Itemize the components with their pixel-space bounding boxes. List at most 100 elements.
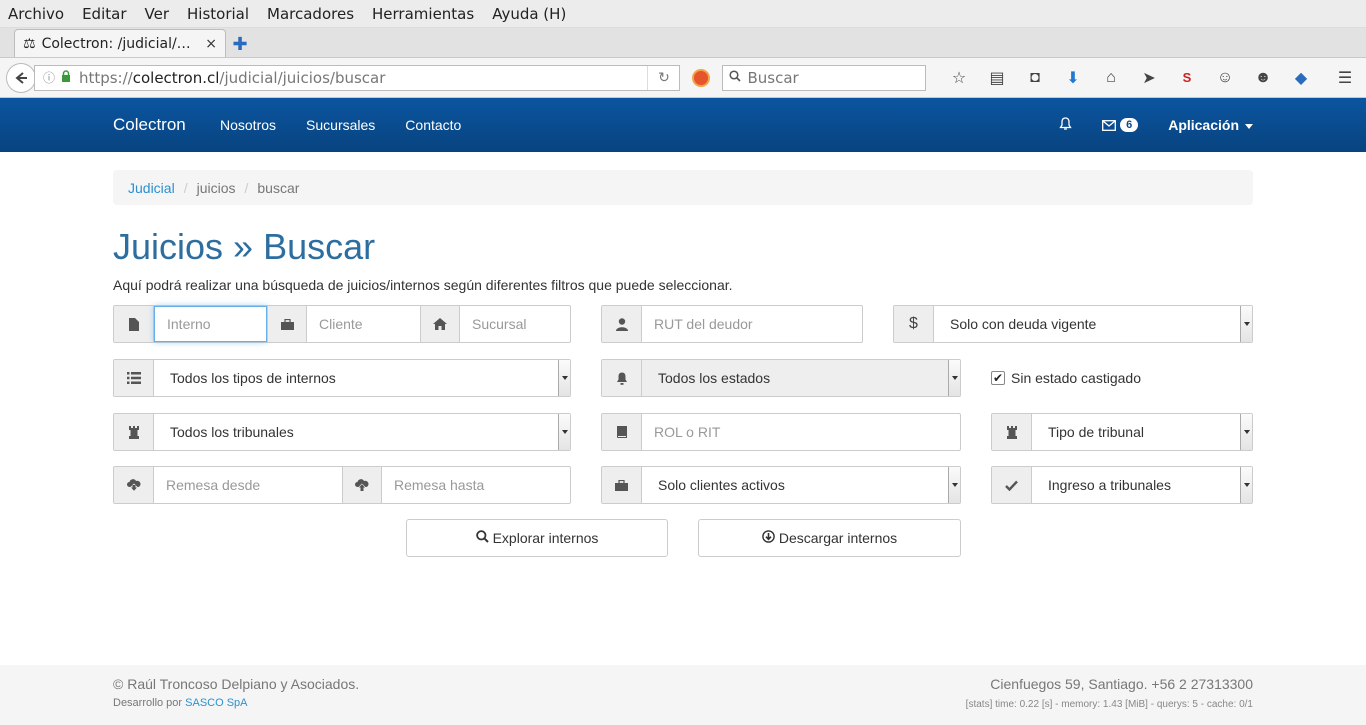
tipo-tribunal-group: Tipo de tribunal: [991, 413, 1253, 451]
caret-down-icon: [1245, 123, 1253, 129]
breadcrumb-separator: /: [244, 179, 249, 196]
dropdown-arrow-icon[interactable]: [948, 360, 960, 396]
dollar-icon: $: [894, 306, 934, 342]
nav-sucursales[interactable]: Sucursales: [306, 117, 375, 133]
remesa-desde-input[interactable]: [154, 467, 342, 503]
ingreso-select-value: Ingreso a tribunales: [1048, 477, 1171, 493]
home-icon[interactable]: ⌂: [1096, 69, 1126, 87]
interno-input[interactable]: [154, 306, 267, 342]
dropdown-arrow-icon[interactable]: [1240, 306, 1252, 342]
interno-cliente-sucursal-group: [113, 305, 571, 343]
tipos-internos-select[interactable]: Todos los tipos de internos: [154, 360, 570, 396]
search-placeholder: Buscar: [747, 68, 799, 87]
browser-tab[interactable]: ⚖ Colectron: /judicial/… ×: [14, 29, 226, 57]
nav-nosotros[interactable]: Nosotros: [220, 117, 276, 133]
info-icon[interactable]: ⓘ: [43, 69, 55, 86]
file-icon: [114, 306, 154, 342]
tab-close-icon[interactable]: ×: [205, 36, 217, 52]
sin-castigado-checkbox[interactable]: ✔ Sin estado castigado: [991, 370, 1141, 386]
new-tab-icon[interactable]: ✚: [226, 31, 254, 57]
pocket-icon[interactable]: ◘: [1020, 69, 1050, 87]
dropdown-arrow-icon[interactable]: [948, 467, 960, 503]
bell-icon[interactable]: [1059, 116, 1072, 134]
deuda-group: $ Solo con deuda vigente: [893, 305, 1253, 343]
ingreso-select[interactable]: Ingreso a tribunales: [1032, 467, 1252, 503]
si-extension-icon[interactable]: S: [1172, 70, 1202, 85]
lock-icon: [61, 70, 71, 85]
tipo-tribunal-select[interactable]: Tipo de tribunal: [1032, 414, 1252, 450]
breadcrumb-judicial[interactable]: Judicial: [128, 180, 175, 196]
dropdown-arrow-icon[interactable]: [558, 414, 570, 450]
breadcrumb-buscar: buscar: [257, 179, 300, 196]
browser-search-input[interactable]: Buscar: [722, 64, 926, 91]
list-icon: [114, 360, 154, 396]
clientes-select-value: Solo clientes activos: [658, 477, 785, 493]
menu-archivo[interactable]: Archivo: [8, 5, 64, 23]
app-menu-dropdown[interactable]: Aplicación: [1168, 117, 1253, 133]
url-bar[interactable]: ⓘ https://colectron.cl/judicial/juicios/…: [33, 64, 681, 91]
briefcase-icon: [267, 306, 307, 342]
hamburger-menu-icon[interactable]: ☰: [1330, 68, 1360, 88]
browser-menubar: Archivo Editar Ver Historial Marcadores …: [0, 0, 1366, 28]
browser-navbar: ⓘ https://colectron.cl/judicial/juicios/…: [0, 58, 1366, 98]
cloud-upload-icon: [342, 467, 382, 503]
site-nav-links: Nosotros Sucursales Contacto: [220, 117, 491, 133]
rut-group: [601, 305, 863, 343]
menu-herramientas[interactable]: Herramientas: [372, 5, 474, 23]
tower-icon: [114, 414, 154, 450]
breadcrumb: Judicial / juicios / buscar: [113, 170, 1253, 205]
graduation-icon[interactable]: ◆: [1286, 68, 1316, 88]
menu-ver[interactable]: Ver: [145, 5, 170, 23]
footer-copyright: © Raúl Troncoso Delpiano y Asociados.: [113, 676, 360, 692]
addon-block-icon[interactable]: [692, 68, 711, 87]
download-icon[interactable]: ⬇: [1058, 68, 1088, 88]
menu-editar[interactable]: Editar: [82, 5, 126, 23]
search-icon: [729, 69, 742, 86]
footer-stats: [stats] time: 0.22 [s] - memory: 1.43 [M…: [965, 699, 1253, 710]
cliente-input[interactable]: [307, 306, 420, 342]
bookmark-star-icon[interactable]: ☆: [944, 68, 974, 88]
menu-marcadores[interactable]: Marcadores: [267, 5, 354, 23]
explorar-internos-button[interactable]: Explorar internos: [406, 519, 668, 557]
reading-list-icon[interactable]: ▤: [982, 68, 1012, 88]
back-arrow-icon[interactable]: [6, 62, 36, 93]
chat-icon[interactable]: ☺: [1210, 69, 1240, 87]
dropdown-arrow-icon[interactable]: [1240, 414, 1252, 450]
tribunales-select-value: Todos los tribunales: [170, 424, 294, 440]
dropdown-arrow-icon[interactable]: [1240, 467, 1252, 503]
descargar-internos-button[interactable]: Descargar internos: [698, 519, 961, 557]
rol-input[interactable]: [642, 414, 960, 450]
page-title: Juicios » Buscar: [113, 226, 376, 267]
check-icon: [992, 467, 1032, 503]
messages-badge: 6: [1120, 118, 1139, 132]
clientes-select[interactable]: Solo clientes activos: [642, 467, 960, 503]
estados-select[interactable]: Todos los estados: [642, 360, 960, 396]
footer-dev-prefix: Desarrollo por: [113, 697, 183, 709]
monkey-icon[interactable]: ☻: [1248, 69, 1278, 87]
tab-title: Colectron: /judicial/…: [41, 35, 191, 52]
scales-icon: ⚖: [23, 35, 36, 52]
browser-tabbar: ⚖ Colectron: /judicial/… × ✚: [0, 28, 1366, 58]
sucursal-input[interactable]: [460, 306, 570, 342]
reload-icon[interactable]: ↻: [647, 65, 679, 90]
footer-dev-link[interactable]: SASCO SpA: [185, 697, 247, 709]
download-circle-icon: [762, 530, 775, 546]
checkmark-icon[interactable]: ✔: [991, 371, 1005, 385]
site-brand[interactable]: Colectron: [113, 115, 186, 135]
page-intro: Aquí podrá realizar una búsqueda de juic…: [113, 277, 733, 293]
menu-ayuda[interactable]: Ayuda (H): [492, 5, 566, 23]
send-icon[interactable]: ➤: [1134, 68, 1164, 88]
nav-contacto[interactable]: Contacto: [405, 117, 461, 133]
tribunales-select[interactable]: Todos los tribunales: [154, 414, 570, 450]
menu-historial[interactable]: Historial: [187, 5, 249, 23]
home-icon: [420, 306, 460, 342]
rut-input[interactable]: [642, 306, 862, 342]
remesa-hasta-input[interactable]: [382, 467, 570, 503]
footer-address: Cienfuegos 59, Santiago. +56 2 27313300: [990, 676, 1253, 692]
clientes-group: Solo clientes activos: [601, 466, 961, 504]
messages-button[interactable]: 6: [1102, 118, 1139, 132]
book-icon: [602, 414, 642, 450]
dropdown-arrow-icon[interactable]: [558, 360, 570, 396]
deuda-select[interactable]: Solo con deuda vigente: [934, 306, 1252, 342]
estados-group: Todos los estados: [601, 359, 961, 397]
